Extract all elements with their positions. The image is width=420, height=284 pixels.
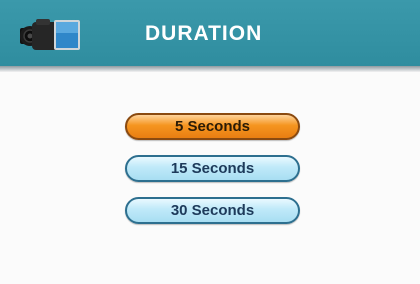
option-label: 30 Seconds xyxy=(170,202,255,219)
duration-option-30-seconds-button[interactable]: 30 Seconds xyxy=(125,197,300,224)
duration-option-5-seconds-button[interactable]: 5 Seconds xyxy=(125,113,300,140)
page-title: DURATION xyxy=(145,22,263,45)
header-bar: DURATION xyxy=(0,0,420,66)
option-label: 15 Seconds xyxy=(170,160,255,177)
duration-screen: DURATION 5 Seconds 15 Seconds 30 Seconds xyxy=(0,0,420,284)
header-divider xyxy=(0,66,420,72)
video-camera-icon xyxy=(20,19,80,50)
option-label: 5 Seconds xyxy=(174,118,251,135)
duration-option-15-seconds-button[interactable]: 15 Seconds xyxy=(125,155,300,182)
